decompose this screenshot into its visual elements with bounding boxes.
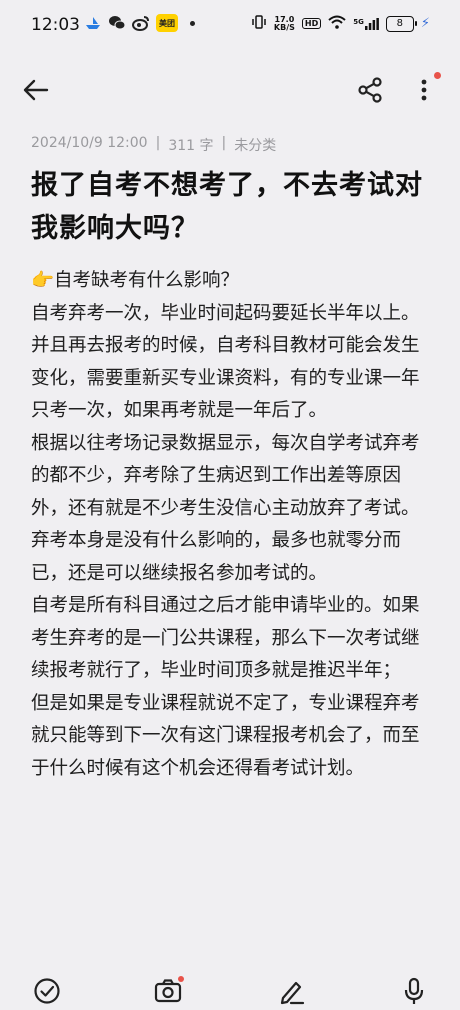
handwriting-button[interactable] — [277, 976, 307, 1006]
more-vertical-icon — [421, 79, 427, 101]
wechat-icon — [108, 14, 126, 32]
hd-badge: HD — [301, 18, 322, 29]
battery-indicator: 8 — [385, 15, 417, 32]
update-dot — [434, 72, 441, 79]
note-title[interactable]: 报了自考不想考了，不去考试对我影响大吗？ — [31, 164, 436, 250]
note-category[interactable]: 未分类 — [234, 135, 276, 155]
share-button[interactable] — [356, 76, 384, 104]
paragraph: 自考弃考一次，毕业时间起码要延长半年以上。并且再去报考的时候，自考科目教材可能会… — [31, 302, 420, 422]
status-app-icons: 美团 — [84, 14, 195, 32]
cellular-signal-icon: 5G — [353, 17, 379, 30]
editor-toolbar — [0, 970, 460, 1009]
battery-level: 8 — [396, 18, 404, 29]
note-meta: 2024/10/9 12:00 | 311 字 | 未分类 — [31, 135, 276, 155]
net-speed: 17.0 KB/S — [273, 15, 295, 32]
status-time: 12:03 — [31, 15, 80, 35]
meta-divider: | — [221, 135, 227, 151]
more-options-button[interactable] — [414, 74, 434, 106]
back-button[interactable] — [22, 76, 50, 104]
status-bar: 12:03 美团 17.0 KB/S HD 5G 8 ⚡ — [0, 0, 460, 52]
checklist-button[interactable] — [32, 976, 62, 1006]
voice-input-button[interactable] — [399, 976, 429, 1006]
boat-app-icon — [84, 14, 102, 32]
paragraph: 👉自考缺考有什么影响？ — [31, 270, 240, 291]
note-date: 2024/10/9 12:00 — [31, 135, 148, 151]
share-icon — [358, 77, 382, 103]
note-word-count: 311 字 — [168, 138, 214, 154]
microphone-icon — [404, 977, 424, 1004]
signal-label: 5G — [353, 17, 364, 26]
pen-icon — [280, 981, 305, 1005]
paragraph: 但是如果是专业课程就说不定了，专业课程弃考就只能等到下一次有这门课程报考机会了，… — [31, 692, 420, 779]
status-indicators: 17.0 KB/S HD 5G 8 ⚡ — [251, 15, 430, 32]
vibrate-icon — [251, 15, 267, 32]
note-toolbar — [0, 62, 460, 122]
note-body[interactable]: 👉自考缺考有什么影响？ 自考弃考一次，毕业时间起码要延长半年以上。并且再去报考的… — [31, 265, 431, 785]
check-circle-icon — [34, 978, 60, 1004]
paragraph: 根据以往考场记录数据显示，每次自学考试弃考的都不少，弃考除了生病迟到工作出差等原… — [31, 432, 420, 519]
paragraph: 自考是所有科目通过之后才能申请毕业的。如果考生弃考的是一门公共课程，那么下一次考… — [31, 595, 420, 681]
back-arrow-icon — [23, 79, 49, 101]
charging-icon: ⚡ — [420, 16, 430, 31]
camera-badge-dot — [178, 976, 184, 982]
meituan-icon: 美团 — [156, 14, 178, 32]
net-speed-unit: KB/S — [273, 22, 295, 32]
camera-button[interactable] — [153, 976, 184, 1006]
more-notifications-dot — [190, 20, 195, 26]
wifi-icon — [328, 15, 346, 32]
paragraph: 弃考本身是没有什么影响的，最多也就零分而已，还是可以继续报名参加考试的。 — [31, 530, 402, 584]
meta-divider: | — [155, 135, 161, 151]
weibo-icon — [132, 14, 150, 32]
